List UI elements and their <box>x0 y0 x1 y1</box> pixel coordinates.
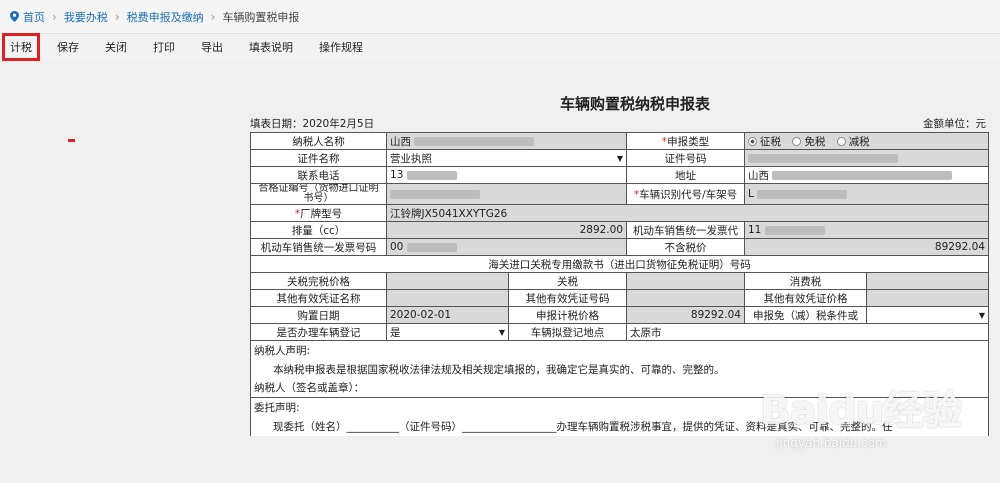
radio-icon <box>836 136 846 146</box>
other-cert-no-label: 其他有效凭证号码 <box>508 289 627 307</box>
declare-type-label: *申报类型 <box>626 132 745 150</box>
declare-price-label: 申报计税价格 <box>508 306 627 324</box>
watermark-url: jingyan.baidu.com <box>776 436 887 450</box>
customs-header: 海关进口关税专用缴款书（进出口货物征免税证明）号码 <box>250 255 989 273</box>
phone-field[interactable]: 13 <box>386 166 627 184</box>
amount-unit: 金额单位：元 <box>923 118 986 130</box>
qualify-no-label: 合格证编号（货物进口证明书号） <box>250 183 387 205</box>
taxpayer-name-field[interactable]: 山西 <box>386 132 627 150</box>
breadcrumb: 首页 › 我要办税 › 税费申报及缴纳 › 车辆购置税申报 <box>0 0 1000 34</box>
dropdown-arrow-icon: ▼ <box>616 153 623 163</box>
red-mark <box>68 139 75 142</box>
table-row: 关税完税价格 关税 消费税 <box>250 272 989 290</box>
dropdown-arrow-icon: ▼ <box>498 327 505 337</box>
declare-price-field[interactable]: 89292.04 <box>626 306 745 324</box>
brand-model-label: *厂牌型号 <box>250 204 387 222</box>
address-label: 地址 <box>626 166 745 184</box>
tariff-label: 关税 <box>508 272 627 290</box>
invoice-no-label: 机动车销售统一发票号码 <box>250 238 387 256</box>
phone-label: 联系电话 <box>250 166 387 184</box>
tariff-field[interactable] <box>626 272 745 290</box>
pretax-price-field[interactable]: 89292.04 <box>744 238 989 256</box>
customs-price-field[interactable] <box>386 272 509 290</box>
invoice-no-field[interactable]: 00 <box>386 238 627 256</box>
table-row: 排量（cc） 2892.00 机动车销售统一发票代 11 <box>250 221 989 239</box>
other-cert-name-field[interactable] <box>386 289 509 307</box>
print-button[interactable]: 打印 <box>144 36 184 58</box>
table-row: 购置日期 2020-02-01 申报计税价格 89292.04 申报免（减）税条… <box>250 306 989 324</box>
radio-levy[interactable]: 征税 <box>748 134 781 149</box>
toolbar: 计税 保存 关闭 打印 导出 填表说明 操作规程 <box>0 33 1000 61</box>
vin-field[interactable]: L <box>744 183 989 205</box>
displacement-field[interactable]: 2892.00 <box>386 221 627 239</box>
chevron-right-icon: › <box>52 9 57 24</box>
table-row: 合格证编号（货物进口证明书号） *车辆识别代号/车架号 L <box>250 183 989 205</box>
table-row: 纳税人声明: <box>250 340 989 360</box>
close-button[interactable]: 关闭 <box>96 36 136 58</box>
cert-name-select[interactable]: 营业执照 ▼ <box>386 149 627 167</box>
vin-label: *车辆识别代号/车架号 <box>626 183 745 205</box>
breadcrumb-tax[interactable]: 我要办税 <box>64 9 108 25</box>
register-label: 是否办理车辆登记 <box>250 323 387 341</box>
taxpayer-declaration-title: 纳税人声明: <box>250 340 989 360</box>
displacement-label: 排量（cc） <box>250 221 387 239</box>
cert-no-field[interactable] <box>744 149 989 167</box>
save-button[interactable]: 保存 <box>48 36 88 58</box>
cert-no-label: 证件号码 <box>626 149 745 167</box>
table-row: *厂牌型号 江铃牌JX5041XXYTG26 <box>250 204 989 222</box>
purchase-date-label: 购置日期 <box>250 306 387 324</box>
exempt-cond-label: 申报免（减）税条件或 <box>744 306 867 324</box>
dropdown-arrow-icon: ▼ <box>978 310 985 320</box>
breadcrumb-declare[interactable]: 税费申报及缴纳 <box>127 9 204 25</box>
taxpayer-name-label: 纳税人名称 <box>250 132 387 150</box>
other-cert-no-field[interactable] <box>626 289 745 307</box>
breadcrumb-home[interactable]: 首页 <box>23 9 45 25</box>
table-row: 本纳税申报表是根据国家税收法律法规及相关规定填报的，我确定它是真实的、可靠的、完… <box>250 359 989 379</box>
baidu-jingyan-watermark: Baidu经验 jingyan.baidu.com <box>760 378 996 483</box>
radio-icon <box>792 136 802 146</box>
address-field[interactable]: 山西 <box>744 166 989 184</box>
breadcrumb-current: 车辆购置税申报 <box>222 10 300 24</box>
register-place-field[interactable]: 太原市 <box>626 323 989 341</box>
table-row: 证件名称 营业执照 ▼ 证件号码 <box>250 149 989 167</box>
procedure-button[interactable]: 操作规程 <box>310 36 372 58</box>
consumption-tax-field[interactable] <box>866 272 989 290</box>
other-cert-price-label: 其他有效凭证价格 <box>744 289 867 307</box>
chevron-right-icon: › <box>114 9 120 24</box>
invoice-code-field[interactable]: 11 <box>744 221 989 239</box>
table-row: 其他有效凭证名称 其他有效凭证号码 其他有效凭证价格 <box>250 289 989 307</box>
calculate-tax-button[interactable]: 计税 <box>2 33 40 61</box>
table-row: 是否办理车辆登记 是 ▼ 车辆拟登记地点 太原市 <box>250 323 989 341</box>
customs-price-label: 关税完税价格 <box>250 272 387 290</box>
pretax-price-label: 不含税价 <box>626 238 745 256</box>
register-place-label: 车辆拟登记地点 <box>508 323 627 341</box>
form-title: 车辆购置税纳税申报表 <box>559 95 710 113</box>
fill-date: 填表日期：2020年2月5日 <box>250 118 375 130</box>
register-select[interactable]: 是 ▼ <box>386 323 509 341</box>
table-row: 纳税人名称 山西 *申报类型 征税 免税 减税 <box>250 132 989 150</box>
chevron-right-icon: › <box>210 9 216 24</box>
table-row: 海关进口关税专用缴款书（进出口货物征免税证明）号码 <box>250 255 989 273</box>
radio-reduce[interactable]: 减税 <box>836 134 870 149</box>
other-cert-name-label: 其他有效凭证名称 <box>250 289 387 307</box>
fill-instructions-button[interactable]: 填表说明 <box>240 36 302 58</box>
radio-exempt[interactable]: 免税 <box>792 134 825 149</box>
watermark-logo: Baidu经验 <box>760 388 962 434</box>
table-row: 机动车销售统一发票号码 00 不含税价 89292.04 <box>250 238 989 256</box>
qualify-no-field[interactable] <box>386 183 627 205</box>
table-row: 联系电话 13 地址 山西 <box>250 166 989 184</box>
exempt-cond-select[interactable]: ▼ <box>866 306 989 324</box>
radio-checked-icon <box>748 136 757 146</box>
cert-name-label: 证件名称 <box>250 149 387 167</box>
declare-type-radios: 征税 免税 减税 <box>744 132 989 150</box>
taxpayer-declaration-text: 本纳税申报表是根据国家税收法律法规及相关规定填报的，我确定它是真实的、可靠的、完… <box>250 359 989 379</box>
invoice-code-label: 机动车销售统一发票代 <box>626 221 745 239</box>
purchase-date-field[interactable]: 2020-02-01 <box>386 306 509 324</box>
consumption-tax-label: 消费税 <box>744 272 867 290</box>
location-pin-icon <box>10 11 19 22</box>
export-button[interactable]: 导出 <box>192 36 232 58</box>
other-cert-price-field[interactable] <box>866 289 989 307</box>
brand-model-field[interactable]: 江铃牌JX5041XXYTG26 <box>386 204 989 222</box>
